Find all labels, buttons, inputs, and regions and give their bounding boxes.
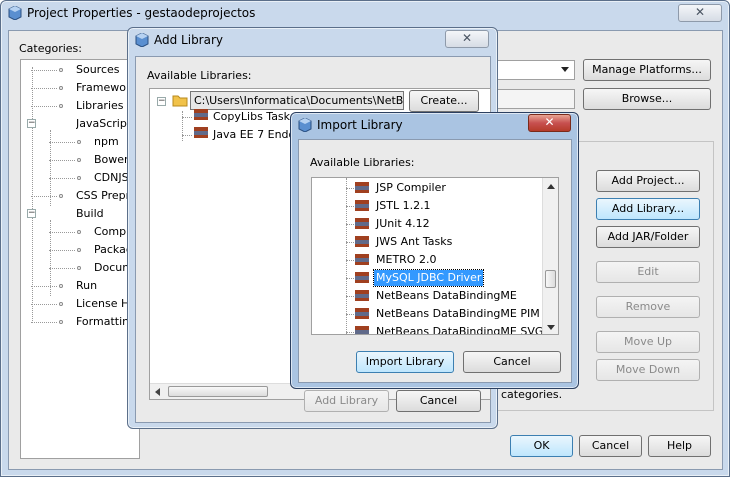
create-button[interactable]: Create... — [409, 90, 479, 112]
dialog-title: Add Library — [154, 33, 224, 47]
tree-node-icon — [59, 104, 63, 108]
path-node[interactable]: C:\Users\Informatica\Documents\NetBeans — [190, 91, 404, 110]
library-icon — [355, 326, 369, 334]
cancel-button[interactable]: Cancel — [579, 435, 642, 457]
library-icon — [355, 272, 369, 283]
category-item[interactable]: npm — [94, 134, 119, 150]
project-properties-titlebar[interactable]: Project Properties - gestaodeprojectos — [1, 1, 729, 27]
library-icon — [355, 236, 369, 247]
close-icon: ✕ — [694, 5, 706, 19]
close-icon: ✕ — [544, 115, 555, 129]
platform-select[interactable] — [496, 60, 575, 80]
tree-node-icon — [59, 302, 63, 306]
tree-node-icon — [59, 194, 63, 198]
library-icon — [355, 254, 369, 265]
tree-node-icon — [59, 284, 63, 288]
library-icon — [355, 200, 369, 211]
netbeans-cube-icon — [8, 6, 22, 20]
tree-node-icon — [77, 176, 81, 180]
category-item[interactable]: Libraries — [76, 98, 124, 114]
add-project-button[interactable]: Add Project... — [596, 170, 700, 192]
close-button[interactable]: ✕ — [445, 30, 489, 48]
library-item[interactable]: CopyLibs Task — [213, 109, 290, 125]
tree-node-icon — [77, 248, 81, 252]
netbeans-cube-icon — [298, 118, 312, 132]
dialog-title: Import Library — [317, 118, 403, 132]
folder-icon — [172, 95, 188, 107]
library-icon — [194, 127, 208, 138]
scroll-thumb[interactable] — [168, 386, 268, 397]
help-button[interactable]: Help — [648, 435, 711, 457]
remove-button[interactable]: Remove — [596, 296, 700, 318]
import-library-dialog: Import Library ✕ Available Libraries: JS… — [290, 112, 579, 389]
scroll-left-icon[interactable] — [155, 388, 160, 396]
import-library-item[interactable]: NetBeans DataBindingME — [374, 288, 519, 304]
tree-node-icon — [59, 86, 63, 90]
close-button[interactable]: ✕ — [528, 114, 571, 132]
manage-platforms-button[interactable]: Manage Platforms... — [583, 59, 711, 81]
move-down-button[interactable]: Move Down — [596, 359, 700, 381]
collapse-icon[interactable]: − — [157, 97, 166, 106]
import-library-item[interactable]: JWS Ant Tasks — [374, 234, 454, 250]
import-library-button[interactable]: Import Library — [356, 351, 454, 373]
tree-node-icon — [59, 320, 63, 324]
tree-node-icon — [77, 158, 81, 162]
chevron-down-icon — [561, 67, 569, 72]
add-library-confirm-button[interactable]: Add Library — [304, 390, 389, 412]
collapse-icon[interactable]: − — [27, 119, 36, 128]
tree-node-icon — [59, 68, 63, 72]
scroll-thumb[interactable] — [545, 270, 556, 288]
import-library-item[interactable]: NetBeans DataBindingME PIM — [374, 306, 542, 322]
cancel-button[interactable]: Cancel — [463, 351, 561, 373]
available-libraries-label: Available Libraries: — [310, 156, 415, 169]
category-item[interactable]: Build — [76, 206, 104, 222]
category-item[interactable]: Sources — [76, 62, 120, 78]
categories-label: Categories: — [19, 42, 82, 55]
collapse-icon[interactable]: − — [27, 209, 36, 218]
available-libraries-label: Available Libraries: — [147, 69, 252, 82]
source-folder-field[interactable] — [496, 89, 575, 109]
category-item[interactable]: CDNJS — [94, 170, 129, 186]
tree-node-icon — [77, 266, 81, 270]
import-library-item[interactable]: NetBeans DataBindingME SVG — [374, 324, 545, 334]
import-library-body: Available Libraries: JSP Compiler JSTL 1.… — [298, 139, 572, 383]
import-libraries-list[interactable]: JSP Compiler JSTL 1.2.1 JUnit 4.12 JWS Ant … — [311, 177, 559, 335]
close-icon: ✕ — [461, 31, 473, 45]
scroll-down-icon[interactable] — [547, 325, 555, 330]
import-library-item[interactable]: MySQL JDBC Driver — [372, 269, 485, 287]
import-library-item[interactable]: JSTL 1.2.1 — [374, 198, 433, 214]
library-icon — [194, 109, 208, 120]
netbeans-cube-icon — [135, 33, 149, 47]
tree-node-icon — [77, 140, 81, 144]
category-item[interactable]: Run — [76, 278, 97, 294]
categories-note: categories. — [501, 388, 563, 401]
window-title: Project Properties - gestaodeprojectos — [27, 6, 256, 20]
close-button[interactable]: ✕ — [678, 4, 722, 22]
import-library-item[interactable]: JSP Compiler — [374, 180, 448, 196]
library-icon — [355, 308, 369, 319]
import-library-item[interactable]: METRO 2.0 — [374, 252, 438, 268]
vertical-scrollbar[interactable] — [542, 178, 558, 334]
library-icon — [355, 182, 369, 193]
add-library-titlebar[interactable]: Add Library — [128, 28, 497, 54]
category-item[interactable]: Bower — [94, 152, 129, 168]
library-icon — [355, 290, 369, 301]
add-library-button[interactable]: Add Library... — [596, 198, 700, 220]
import-library-item[interactable]: JUnit 4.12 — [374, 216, 432, 232]
scroll-up-icon[interactable] — [547, 184, 555, 189]
move-up-button[interactable]: Move Up — [596, 331, 700, 353]
add-jar-folder-button[interactable]: Add JAR/Folder — [596, 226, 700, 248]
edit-button[interactable]: Edit — [596, 261, 700, 283]
library-icon — [355, 218, 369, 229]
ok-button[interactable]: OK — [510, 435, 573, 457]
tree-node-icon — [77, 230, 81, 234]
browse-button[interactable]: Browse... — [583, 88, 711, 110]
cancel-button[interactable]: Cancel — [396, 390, 481, 412]
